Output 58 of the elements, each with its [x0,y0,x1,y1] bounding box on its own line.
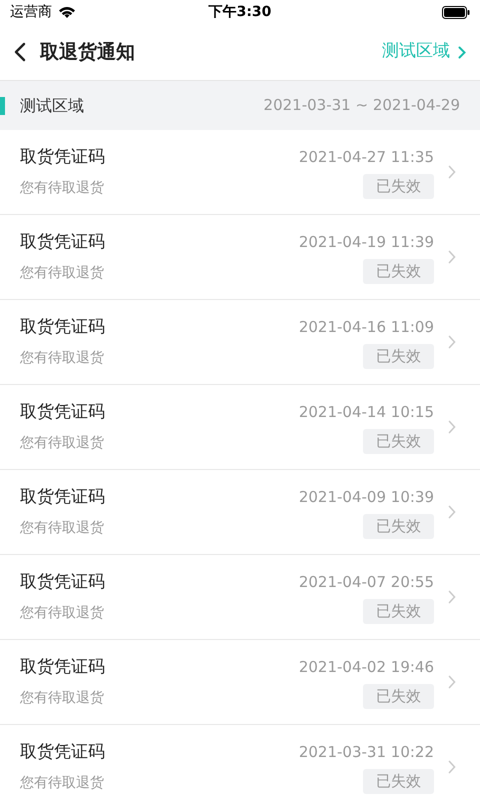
chevron-right-icon [448,420,456,434]
item-time: 2021-04-14 10:15 [298,402,434,422]
item-title: 取货凭证码 [20,146,105,169]
wifi-icon [58,6,76,18]
clock-time: 下午3:30 [208,2,272,22]
item-subtitle: 您有待取退货 [20,264,105,284]
status-badge: 已失效 [363,599,434,624]
chevron-right-icon [448,505,456,519]
chevron-right-icon [448,335,456,349]
page-title: 取退货通知 [40,40,135,65]
notification-item[interactable]: 取货凭证码 您有待取退货 2021-04-02 19:46 已失效 [0,640,480,725]
item-subtitle: 您有待取退货 [20,604,105,624]
item-title: 取货凭证码 [20,656,105,679]
status-badge: 已失效 [363,429,434,454]
notification-item[interactable]: 取货凭证码 您有待取退货 2021-03-31 10:22 已失效 [0,725,480,800]
item-subtitle: 您有待取退货 [20,519,105,538]
status-badge: 已失效 [363,344,434,368]
notification-item[interactable]: 取货凭证码 您有待取退货 2021-04-27 11:35 已失效 [0,130,480,215]
item-time: 2021-04-07 20:55 [298,572,434,592]
status-badge: 已失效 [363,769,434,794]
item-time: 2021-04-02 19:46 [298,656,434,678]
chevron-right-icon [448,165,456,179]
back-icon [14,42,26,62]
item-title: 取货凭证码 [20,230,105,254]
item-title: 取货凭证码 [20,740,105,764]
carrier-name: 运营商 [10,2,52,22]
status-badge: 已失效 [363,174,434,198]
battery-icon [442,6,470,18]
chevron-right-icon [448,760,456,774]
item-time: 2021-04-19 11:39 [298,232,434,252]
item-time: 2021-03-31 10:22 [298,742,434,762]
section-title: 测试区域 [20,94,84,116]
notification-item[interactable]: 取货凭证码 您有待取退货 2021-04-14 10:15 已失效 [0,385,480,470]
status-badge: 已失效 [363,514,434,538]
notification-item[interactable]: 取货凭证码 您有待取退货 2021-04-09 10:39 已失效 [0,470,480,555]
item-subtitle: 您有待取退货 [20,434,105,454]
item-title: 取货凭证码 [20,400,105,424]
notification-item[interactable]: 取货凭证码 您有待取退货 2021-04-07 20:55 已失效 [0,555,480,640]
chevron-right-icon [448,590,456,604]
date-range: 2021-03-31 ~ 2021-04-29 [264,95,460,116]
notification-item[interactable]: 取货凭证码 您有待取退货 2021-04-19 11:39 已失效 [0,215,480,300]
item-subtitle: 您有待取退货 [20,774,105,794]
item-subtitle: 您有待取退货 [20,179,105,198]
item-subtitle: 您有待取退货 [20,689,105,708]
notification-item[interactable]: 取货凭证码 您有待取退货 2021-04-16 11:09 已失效 [0,300,480,385]
item-title: 取货凭证码 [20,316,105,339]
item-title: 取货凭证码 [20,570,105,594]
accent-bar [0,96,5,114]
item-time: 2021-04-27 11:35 [298,146,434,168]
status-badge: 已失效 [363,259,434,284]
chevron-right-icon [448,250,456,264]
status-badge: 已失效 [363,684,434,708]
item-title: 取货凭证码 [20,486,105,509]
item-time: 2021-04-09 10:39 [298,486,434,508]
item-subtitle: 您有待取退货 [20,349,105,368]
chevron-right-icon [448,675,456,689]
chevron-right-icon [458,46,466,58]
item-time: 2021-04-16 11:09 [298,316,434,338]
